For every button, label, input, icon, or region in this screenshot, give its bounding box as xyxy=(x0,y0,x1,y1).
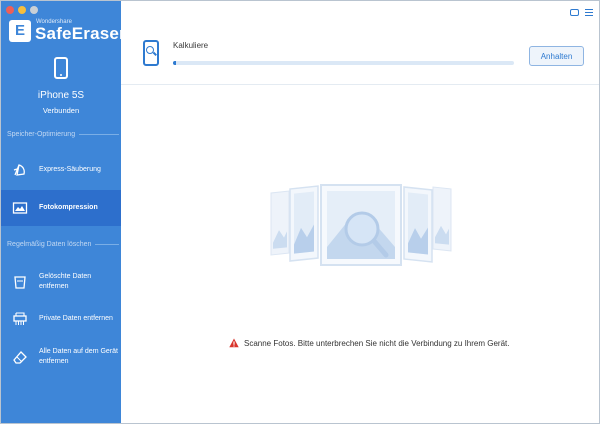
nav-item-all-data[interactable]: Alle Daten auf dem Gerät entfernen xyxy=(1,338,121,376)
shredder-icon xyxy=(11,310,29,328)
photo-icon xyxy=(11,199,29,217)
main-panel: Kalkuliere Anhalten Scanne Fotos. Bitte … xyxy=(121,1,599,423)
close-window-button[interactable] xyxy=(6,6,14,14)
magnifier-icon xyxy=(146,46,154,54)
phone-icon xyxy=(54,57,68,79)
cleanup-icon xyxy=(11,161,29,179)
nav-item-label: Fotokompression xyxy=(39,204,98,212)
sidebar: E Wondershare SafeEraser iPhone 5S Verbu… xyxy=(1,1,126,423)
scan-warning: Scanne Fotos. Bitte unterbrechen Sie nic… xyxy=(229,338,510,348)
phone-scan-icon xyxy=(143,40,159,66)
section-label-storage: Speicher-Optimierung xyxy=(7,131,119,138)
nav-item-photo-compression[interactable]: Fotokompression xyxy=(1,190,121,226)
scan-progress-fill xyxy=(173,61,177,65)
eraser-icon xyxy=(11,348,29,366)
nav-item-express-cleanup[interactable]: Express-Säuberung xyxy=(1,153,121,187)
brand-name: SafeEraser xyxy=(35,24,126,43)
nav-item-label: Alle Daten auf dem Gerät entfernen xyxy=(39,348,118,365)
photo-scan-icon xyxy=(270,184,452,266)
trash-icon xyxy=(11,273,29,291)
nav-item-label: Express-Säuberung xyxy=(39,166,101,174)
brand-logo: E Wondershare SafeEraser xyxy=(9,19,126,42)
nav-item-private-data[interactable]: Private Daten entfernen xyxy=(1,303,121,335)
nav-item-deleted-data[interactable]: Gelöschte Daten entfernen xyxy=(1,263,121,301)
section-label-regular-delete: Regelmäßig Daten löschen xyxy=(7,241,119,248)
warning-icon xyxy=(229,338,239,348)
topbar-actions xyxy=(570,9,593,16)
minimize-window-button[interactable] xyxy=(18,6,26,14)
nav-item-label: Gelöschte Daten entfernen xyxy=(39,273,92,290)
app-window: E Wondershare SafeEraser iPhone 5S Verbu… xyxy=(0,0,600,424)
device-name: iPhone 5S xyxy=(37,90,85,101)
device-info: iPhone 5S Verbunden xyxy=(1,57,121,115)
maximize-window-button[interactable] xyxy=(30,6,38,14)
scan-status: Kalkuliere xyxy=(173,41,209,50)
device-status: Verbunden xyxy=(42,106,80,115)
warning-text: Scanne Fotos. Bitte unterbrechen Sie nic… xyxy=(244,338,510,348)
photo-scan-illustration xyxy=(266,181,456,281)
menu-icon[interactable] xyxy=(585,9,593,16)
safeeraser-logo-icon: E xyxy=(9,19,31,42)
window-controls xyxy=(6,6,38,14)
nav-item-label: Private Daten entfernen xyxy=(39,315,113,323)
feedback-icon[interactable] xyxy=(570,9,579,16)
scan-header: Kalkuliere Anhalten xyxy=(121,29,599,85)
scan-progress-bar xyxy=(173,61,514,65)
stop-button[interactable]: Anhalten xyxy=(529,46,584,66)
